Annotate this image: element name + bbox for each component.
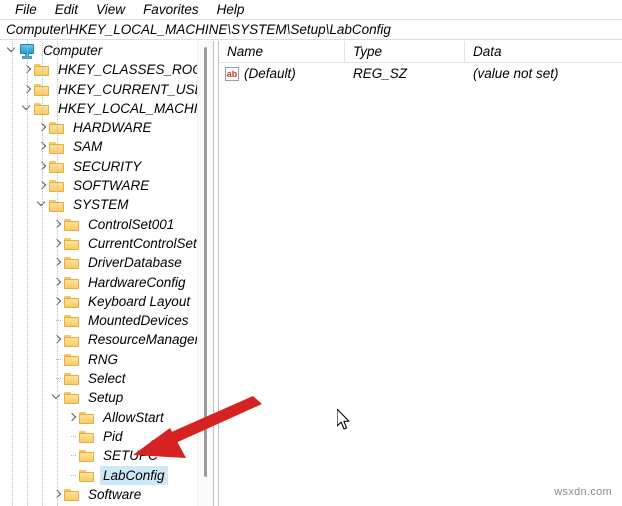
- tree-item-label: HARDWARE: [73, 120, 152, 136]
- tree-item-computer[interactable]: Computer: [0, 41, 197, 60]
- tree-leaf-connector: [66, 427, 79, 446]
- tree-item-label: CurrentControlSet: [88, 235, 197, 251]
- tree-item-controlset001[interactable]: ControlSet001: [0, 215, 197, 234]
- tree-item-label: SYSTEM: [73, 197, 129, 213]
- tree-leaf-connector: [66, 446, 79, 465]
- tree-item-label: Software: [88, 486, 142, 502]
- tree-item-driverdatabase[interactable]: DriverDatabase: [0, 253, 197, 272]
- tree-item-label: MountedDevices: [88, 313, 189, 329]
- tree-item-keyboard-layout[interactable]: Keyboard Layout: [0, 292, 197, 311]
- tree-item-hkey-local-machine[interactable]: HKEY_LOCAL_MACHINE: [0, 99, 197, 118]
- tree-item-select[interactable]: Select: [0, 369, 197, 388]
- tree-item-label: AllowStart: [103, 409, 164, 425]
- folder-icon: [64, 488, 81, 501]
- menu-item-view[interactable]: View: [87, 0, 134, 19]
- string-value-icon: ab: [225, 67, 239, 81]
- folder-icon: [64, 353, 81, 366]
- tree-item-label: HKEY_CURRENT_USER: [58, 81, 197, 97]
- tree-item-rng[interactable]: RNG: [0, 350, 197, 369]
- string-value-icon-text: ab: [226, 69, 238, 79]
- tree-item-label: ControlSet001: [88, 216, 175, 232]
- folder-icon: [79, 469, 96, 482]
- folder-icon: [79, 430, 96, 444]
- tree-guide-line: [27, 41, 28, 506]
- value-data-cell: (value not set): [473, 66, 559, 81]
- tree-item-currentcontrolset[interactable]: CurrentControlSet: [0, 234, 197, 253]
- menu-item-favorites[interactable]: Favorites: [134, 0, 208, 19]
- tree-item-label: SECURITY: [73, 158, 142, 174]
- registry-tree-pane[interactable]: Computer HKEY_CLASSES_ROOT HKEY_CURRENT_US…: [0, 41, 197, 506]
- tree-guide-line: [12, 41, 13, 506]
- folder-icon: [79, 449, 96, 463]
- folder-icon: [64, 372, 81, 386]
- tree-item-label: SETUPC: [103, 448, 158, 464]
- tree-item-label: DriverDatabase: [88, 255, 182, 271]
- tree-item-label: HKEY_LOCAL_MACHINE: [58, 100, 197, 116]
- menu-bar: File Edit View Favorites Help: [0, 0, 622, 19]
- folder-icon: [64, 218, 81, 231]
- tree-item-software[interactable]: SOFTWARE: [0, 176, 197, 195]
- tree-item-label: SOFTWARE: [73, 178, 150, 194]
- registry-path-text: Computer\HKEY_LOCAL_MACHINE\SYSTEM\Setup…: [6, 22, 391, 37]
- tree-item-label: ResourceManager: [88, 332, 197, 348]
- folder-icon: [64, 276, 81, 289]
- tree-item-label: Computer: [43, 43, 103, 58]
- tree-item-allowstart[interactable]: AllowStart: [0, 408, 197, 427]
- tree-item-setupc[interactable]: SETUPC: [0, 446, 197, 465]
- tree-item-label: SAM: [73, 139, 103, 155]
- scrollbar-thumb[interactable]: [204, 47, 207, 477]
- registry-values-pane[interactable]: Name Type Data ab (Default) REG_SZ (value n…: [219, 41, 622, 506]
- tree-item-hkey-classes-root[interactable]: HKEY_CLASSES_ROOT: [0, 60, 197, 79]
- tree-guide-line: [57, 41, 58, 506]
- folder-icon: [64, 256, 81, 270]
- tree-item-label: RNG: [88, 351, 118, 367]
- tree-item-mounteddevices[interactable]: MountedDevices: [0, 311, 197, 330]
- value-name-text: (Default): [244, 66, 296, 81]
- folder-icon: [64, 295, 81, 308]
- tree-item-sam[interactable]: SAM: [0, 137, 197, 156]
- tree-item-label: HardwareConfig: [88, 274, 186, 290]
- tree-item-label: Select: [88, 371, 126, 387]
- values-column-header: Name Type Data: [219, 41, 622, 63]
- folder-icon: [64, 314, 81, 328]
- value-type-cell: REG_SZ: [353, 66, 408, 81]
- tree-item-setup[interactable]: Setup: [0, 388, 197, 407]
- tree-guide-line: [42, 41, 43, 506]
- tree-item-security[interactable]: SECURITY: [0, 157, 197, 176]
- tree-vertical-scrollbar[interactable]: [197, 41, 214, 506]
- column-header-type[interactable]: Type: [345, 41, 465, 62]
- tree-item-system[interactable]: SYSTEM: [0, 195, 197, 214]
- tree-item-labconfig[interactable]: LabConfig: [0, 465, 197, 485]
- menu-item-help[interactable]: Help: [208, 0, 254, 19]
- chevron-right-icon[interactable]: [66, 408, 79, 427]
- folder-icon: [64, 391, 81, 405]
- tree-item-label: HKEY_CLASSES_ROOT: [58, 62, 197, 78]
- tree-item-label: Setup: [88, 390, 124, 406]
- tree-leaf-connector: [66, 466, 79, 485]
- tree-item-resourcemanager[interactable]: ResourceManager: [0, 330, 197, 349]
- tree-rows: Computer HKEY_CLASSES_ROOT HKEY_CURRENT_US…: [0, 41, 197, 506]
- site-watermark: wsxdn.com: [554, 486, 612, 498]
- menu-item-edit[interactable]: Edit: [46, 0, 87, 19]
- tree-item-hardware[interactable]: HARDWARE: [0, 118, 197, 137]
- menu-item-file[interactable]: File: [6, 0, 46, 19]
- column-header-name[interactable]: Name: [219, 41, 345, 62]
- tree-item-label: Pid: [103, 428, 123, 444]
- tree-item-hkey-current-user[interactable]: HKEY_CURRENT_USER: [0, 80, 197, 99]
- tree-item-pid[interactable]: Pid: [0, 427, 197, 446]
- column-header-data[interactable]: Data: [465, 41, 622, 62]
- tree-item-hardwareconfig[interactable]: HardwareConfig: [0, 273, 197, 292]
- tree-item-software[interactable]: Software: [0, 485, 197, 504]
- address-bar[interactable]: Computer\HKEY_LOCAL_MACHINE\SYSTEM\Setup…: [0, 19, 622, 40]
- folder-icon: [64, 334, 81, 347]
- tree-item-label: Keyboard Layout: [88, 293, 191, 309]
- folder-icon: [79, 411, 96, 424]
- folder-icon: [64, 237, 81, 251]
- value-row[interactable]: ab (Default) REG_SZ (value not set): [219, 63, 622, 85]
- tree-item-label: LabConfig: [100, 465, 168, 485]
- value-name-cell: ab (Default): [219, 63, 345, 85]
- values-rows: ab (Default) REG_SZ (value not set): [219, 63, 622, 85]
